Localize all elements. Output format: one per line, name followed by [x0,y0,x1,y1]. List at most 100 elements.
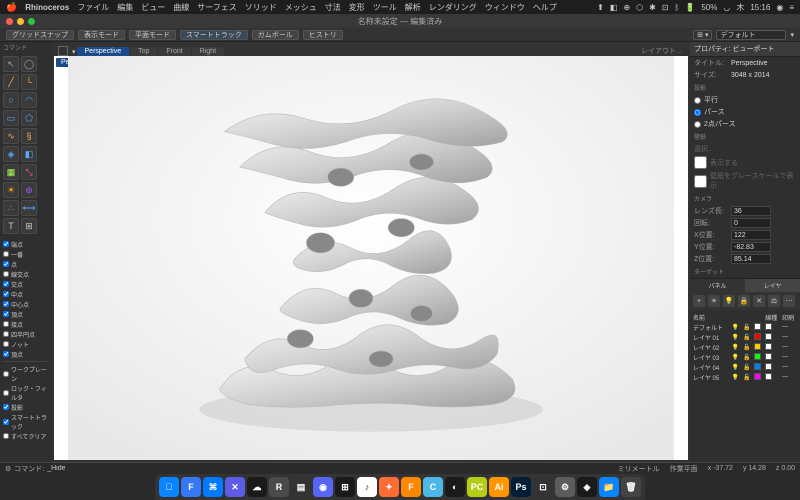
material-swatch[interactable] [765,373,772,380]
layer-lock-icon[interactable]: 🔒 [738,295,750,307]
color-swatch[interactable] [754,343,761,350]
dock-app[interactable]: ⚙ [555,477,575,497]
menu-surface[interactable]: サーフェス [197,2,237,13]
osnap-item[interactable]: 点 [3,259,49,269]
history-toggle[interactable]: ヒストリ [303,30,343,40]
menu-edit[interactable]: 編集 [117,2,133,13]
smart-track-toggle[interactable]: スマートトラック [180,30,248,40]
tab-front[interactable]: Front [158,47,190,56]
layer-new-icon[interactable]: + [693,295,705,307]
osnap-check[interactable] [3,371,9,377]
lock-icon[interactable]: 🔓 [743,345,750,351]
lock-icon[interactable]: 🔓 [743,335,750,341]
mesh-tool[interactable]: ▦ [3,164,19,180]
apple-logo-icon[interactable]: 🍎 [6,2,17,13]
osnap-check[interactable] [3,404,9,410]
grid-snap-toggle[interactable]: グリッドスナップ [6,30,74,40]
viewport-dropdown-icon[interactable]: ▾ [72,48,76,56]
dock-app[interactable]: 􀣺 [159,477,179,497]
plane-mode-toggle[interactable]: 平面モード [129,30,176,40]
material-swatch[interactable] [765,323,772,330]
projection-perspective-radio[interactable] [694,109,701,116]
osnap-item[interactable]: 頂点 [3,309,49,319]
wifi-icon[interactable]: ◡ [723,3,730,12]
pointer-tool[interactable]: ↖ [3,56,19,72]
osnap-item[interactable]: ノット [3,339,49,349]
wallpaper-gray-check[interactable] [694,175,707,188]
render-tool[interactable]: ☀ [3,182,19,198]
menu-mesh[interactable]: メッシュ [285,2,317,13]
projection-parallel-radio[interactable] [694,97,701,104]
menu-window[interactable]: ウィンドウ [485,2,525,13]
osnap-item[interactable]: 接点 [3,319,49,329]
menu-analyze[interactable]: 解析 [405,2,421,13]
bulb-icon[interactable]: 💡 [732,365,739,371]
layer-row[interactable]: レイヤ 04💡🔓— [692,362,798,372]
tray-icon[interactable]: ⊡ [662,3,669,12]
osnap-item[interactable]: 端点 [3,239,49,249]
cam-y-input[interactable] [731,242,771,252]
osnap-check[interactable] [3,419,9,425]
dock-app[interactable]: 📁 [599,477,619,497]
color-swatch[interactable] [754,373,761,380]
osnap-section[interactable]: 投影 [3,402,49,412]
viewport-canvas[interactable]: Perspective [54,56,688,460]
surface-tool[interactable]: ◈ [3,146,19,162]
osnap-item[interactable]: 中心点 [3,299,49,309]
gear-icon[interactable]: ⚙ [5,465,11,473]
layer-bulb-icon[interactable]: 💡 [723,295,735,307]
close-button[interactable] [6,18,13,25]
bulb-icon[interactable]: 💡 [732,325,739,331]
block-tool[interactable]: ⊞ [21,218,37,234]
tab-top[interactable]: Top [130,47,157,56]
tab-right[interactable]: Right [192,47,224,56]
curve-tool[interactable]: ∿ [3,128,19,144]
dock-app[interactable]: ⌘ [203,477,223,497]
analyze-tool[interactable]: ⊛ [21,182,37,198]
solid-tool[interactable]: ◧ [21,146,37,162]
command-input[interactable] [47,465,107,472]
dimension-tool[interactable]: ⟷ [21,200,37,216]
layer-row[interactable]: デフォルト💡🔓— [692,322,798,332]
osnap-check[interactable] [3,301,9,307]
dock-app[interactable]: ✕ [225,477,245,497]
bulb-icon[interactable]: 💡 [732,355,739,361]
dock-app[interactable]: ◉ [313,477,333,497]
dropdown-arrow-icon[interactable]: ▾ [790,31,794,39]
color-swatch[interactable] [754,363,761,370]
osnap-item[interactable]: 交点 [3,279,49,289]
wallpaper-select[interactable]: 選択... [694,144,714,154]
projection-2pt-radio[interactable] [694,121,701,128]
menu-help[interactable]: ヘルプ [533,2,557,13]
line-tool[interactable]: ╱ [3,74,19,90]
osnap-item[interactable]: 頂点 [3,349,49,359]
dock-app[interactable]: F [181,477,201,497]
dock-app[interactable]: ◈ [577,477,597,497]
layer-row[interactable]: レイヤ 03💡🔓— [692,352,798,362]
layer-row[interactable]: レイヤ 05💡🔓— [692,372,798,382]
layer-row[interactable]: レイヤ 01💡🔓— [692,332,798,342]
layout-selector-icon[interactable]: ⊞ ▾ [693,30,712,40]
dock-app[interactable]: R [269,477,289,497]
dock-app[interactable]: ☁ [247,477,267,497]
transform-tool[interactable]: ⤡ [21,164,37,180]
menu-curve[interactable]: 曲線 [173,2,189,13]
layer-sun-icon[interactable]: ☀ [708,295,720,307]
osnap-clear[interactable]: すべてクリア [3,431,49,441]
cam-z-input[interactable] [731,254,771,264]
dock-app[interactable]: PC [467,477,487,497]
arc-tool[interactable]: ◠ [21,92,37,108]
bulb-icon[interactable]: 💡 [732,375,739,381]
circle-tool[interactable]: ○ [3,92,19,108]
osnap-check[interactable] [3,390,9,396]
osnap-check[interactable] [3,281,9,287]
dock-app[interactable]: ✦ [379,477,399,497]
app-name[interactable]: Rhinoceros [25,3,69,12]
tray-icon[interactable]: ✱ [649,3,656,12]
material-swatch[interactable] [765,333,772,340]
lock-icon[interactable]: 🔓 [743,355,750,361]
color-swatch[interactable] [754,353,761,360]
rect-tool[interactable]: ▭ [3,110,19,126]
menu-dimension[interactable]: 寸法 [325,2,341,13]
lock-icon[interactable]: 🔓 [743,365,750,371]
